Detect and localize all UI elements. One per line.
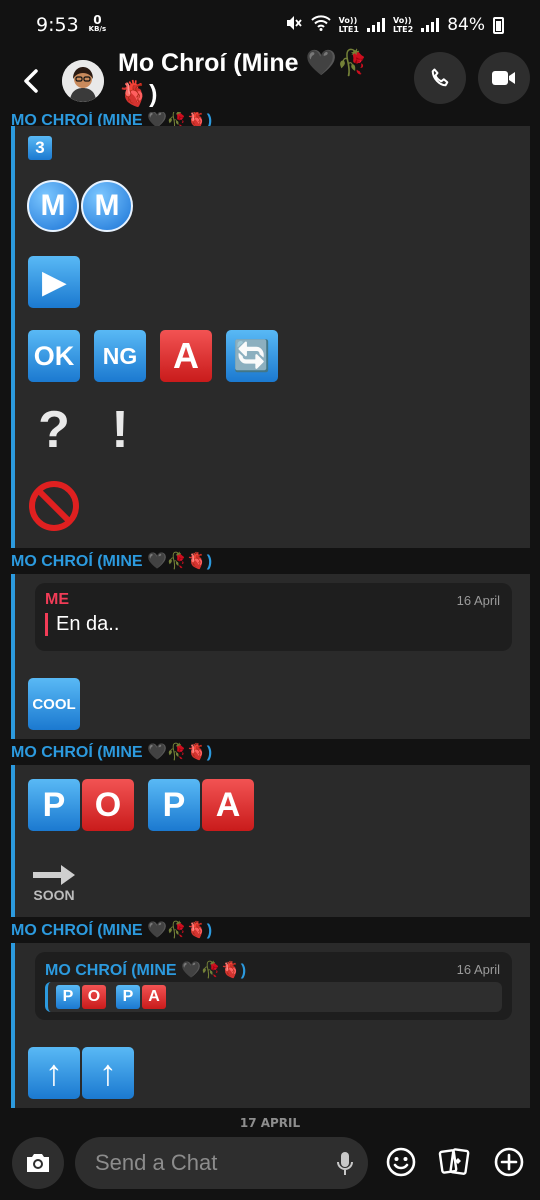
lte1-indicator: Vo)) LTE1 (338, 16, 359, 34)
emoji-up-arrow: ↑ (82, 1047, 134, 1099)
quoted-message[interactable]: MO CHROÍ (MINE 🖤🥀🫀) 16 April P O P A (35, 952, 512, 1020)
sender-label: MO CHROÍ (MINE 🖤🥀🫀) (11, 922, 213, 939)
mute-icon (285, 14, 303, 37)
cards-icon (438, 1148, 470, 1175)
emoji-p-button: P (56, 985, 80, 1009)
chat-input-placeholder: Send a Chat (95, 1150, 218, 1175)
emoji-a-button: A (160, 330, 212, 382)
call-button[interactable] (414, 52, 466, 104)
sender-label: MO CHROÍ (MINE 🖤🥀🫀) (11, 744, 213, 761)
emoji-a-button: A (142, 985, 166, 1009)
date-divider: 17 APRIL (239, 1116, 301, 1128)
emoji-p-button: P (28, 779, 80, 831)
video-icon (492, 71, 515, 85)
emoji-button[interactable] (383, 1144, 419, 1180)
emoji-p-button: P (116, 985, 140, 1009)
mic-icon[interactable] (336, 1151, 354, 1183)
emoji-question: ? (38, 401, 70, 459)
quoted-date: 16 April (456, 593, 500, 608)
video-call-button[interactable] (478, 52, 530, 104)
chat-header: Mo Chroí (Mine 🖤🥀🫀) (0, 48, 540, 112)
chat-title[interactable]: Mo Chroí (Mine 🖤🥀🫀) (118, 48, 398, 110)
quoted-text: En da.. (45, 613, 119, 636)
emoji-prohibited (28, 480, 80, 532)
avatar[interactable] (62, 60, 104, 102)
quoted-content: P O P A (45, 982, 502, 1012)
chat-scroll-area[interactable]: MO CHROÍ (MINE 🖤🥀🫀) 3 M M ▶ OK NG A 🔄 ? … (0, 112, 540, 1128)
camera-button[interactable] (12, 1137, 64, 1189)
emoji-ok: OK (28, 330, 80, 382)
message-bubble[interactable]: 3 M M ▶ OK NG A 🔄 ? ! (11, 126, 530, 548)
smiley-icon (386, 1147, 416, 1177)
phone-icon (431, 68, 449, 87)
emoji-a-button: A (202, 779, 254, 831)
emoji-o-button: O (82, 779, 134, 831)
lte2-indicator: Vo)) LTE2 (392, 16, 414, 34)
chat-input[interactable]: Send a Chat (75, 1137, 368, 1189)
emoji-arrows-cycle: 🔄 (226, 330, 278, 382)
back-button[interactable] (0, 50, 62, 112)
emoji-soon-arrow: SOON (28, 857, 80, 909)
net-speed: 0 KB/s (88, 13, 107, 33)
emoji-ng: NG (94, 330, 146, 382)
emoji-up-arrow: ↑ (28, 1047, 80, 1099)
message-bubble[interactable]: ME 16 April En da.. COOL (11, 574, 530, 739)
quoted-sender: ME (45, 591, 69, 608)
emoji-exclamation: ! (111, 401, 129, 459)
quoted-message[interactable]: ME 16 April En da.. (35, 583, 512, 651)
emoji-circled-m: M (81, 180, 133, 232)
battery-icon (493, 16, 504, 34)
chevron-left-icon (24, 69, 38, 93)
composer-bar: Send a Chat (0, 1128, 540, 1200)
emoji-keycap: 3 (28, 136, 52, 160)
emoji-p-button: P (148, 779, 200, 831)
camera-icon (27, 1154, 49, 1172)
quoted-date: 16 April (456, 962, 500, 977)
sender-label: MO CHROÍ (MINE 🖤🥀🫀) (11, 112, 213, 127)
emoji-circled-m: M (27, 180, 79, 232)
battery-level: 84% (447, 15, 485, 35)
emoji-o-button: O (82, 985, 106, 1009)
signal2-icon (421, 18, 440, 32)
emoji-cool: COOL (28, 678, 80, 730)
message-bubble[interactable]: MO CHROÍ (MINE 🖤🥀🫀) 16 April P O P A ↑ ↑ (11, 943, 530, 1108)
plus-icon (494, 1147, 524, 1177)
cards-button[interactable] (437, 1144, 473, 1180)
status-time: 9:53 (36, 14, 79, 36)
signal1-icon (366, 18, 385, 32)
sender-label: MO CHROÍ (MINE 🖤🥀🫀) (11, 553, 213, 570)
wifi-icon (310, 14, 331, 36)
message-bubble[interactable]: P O P A SOON (11, 765, 530, 917)
plus-button[interactable] (491, 1144, 527, 1180)
status-bar: 9:53 0 KB/s Vo)) LTE1 Vo)) LTE2 84% (0, 0, 540, 50)
emoji-play: ▶ (28, 256, 80, 308)
quoted-sender: MO CHROÍ (MINE 🖤🥀🫀) (45, 962, 247, 979)
